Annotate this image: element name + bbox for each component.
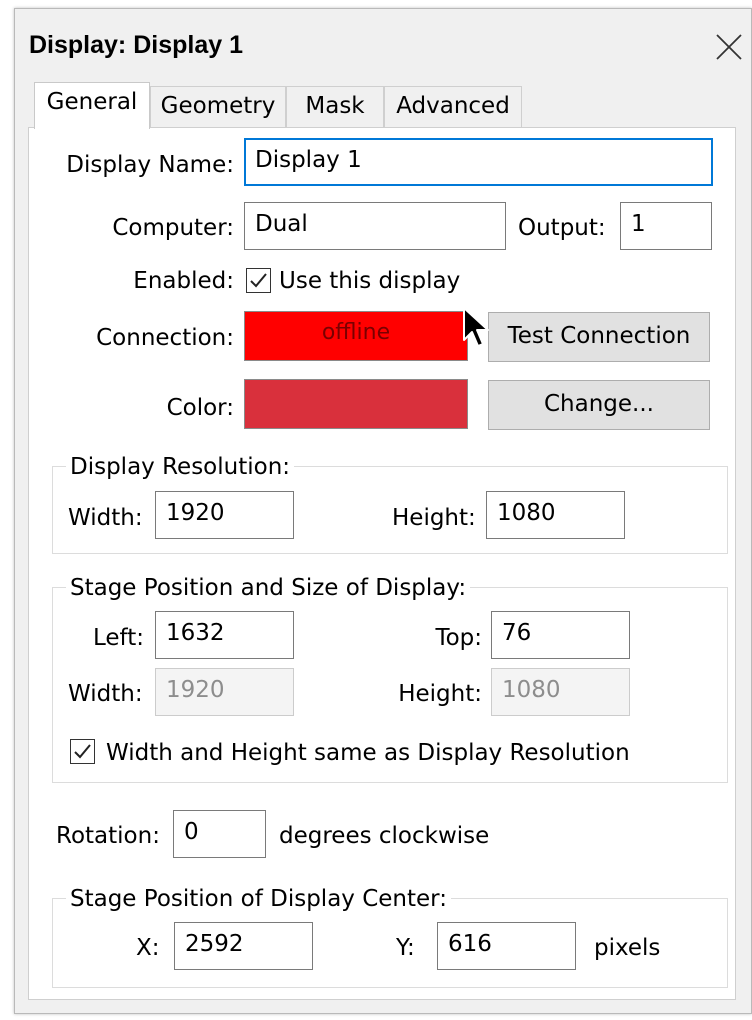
display-resolution-legend: Display Resolution: — [66, 454, 295, 480]
use-this-display-label[interactable]: Use this display — [279, 268, 460, 294]
checkmark-icon — [250, 273, 267, 288]
stage-height-input: 1080 — [491, 668, 630, 716]
resolution-height-label: Height: — [392, 505, 476, 531]
top-label: Top: — [435, 625, 482, 651]
resolution-height-input[interactable]: 1080 — [486, 491, 625, 539]
computer-input[interactable]: Dual — [244, 202, 506, 250]
stage-height-label: Height: — [398, 681, 482, 707]
use-this-display-checkbox[interactable] — [246, 268, 271, 293]
output-input[interactable]: 1 — [620, 202, 712, 250]
stage-width-label: Width: — [68, 681, 143, 707]
mouse-pointer-icon — [463, 307, 489, 347]
color-label: Color: — [166, 395, 234, 421]
rotation-label: Rotation: — [56, 823, 160, 849]
display-color-swatch — [244, 379, 468, 429]
left-input[interactable]: 1632 — [155, 611, 294, 659]
output-label: Output: — [518, 215, 606, 241]
center-y-input[interactable]: 616 — [437, 922, 576, 970]
rotation-unit-label: degrees clockwise — [279, 823, 490, 849]
display-center-legend: Stage Position of Display Center: — [66, 886, 451, 912]
change-color-button[interactable]: Change... — [488, 380, 710, 430]
resolution-width-label: Width: — [68, 505, 143, 531]
test-connection-button[interactable]: Test Connection — [488, 312, 710, 362]
connection-status-indicator: offline — [244, 311, 468, 361]
resolution-width-input[interactable]: 1920 — [155, 491, 294, 539]
checkmark-icon — [74, 744, 91, 759]
center-x-input[interactable]: 2592 — [174, 922, 313, 970]
rotation-input[interactable]: 0 — [173, 810, 266, 858]
same-as-resolution-checkbox[interactable] — [70, 739, 95, 764]
pixels-unit-label: pixels — [594, 935, 661, 961]
connection-label: Connection: — [96, 325, 234, 351]
computer-label: Computer: — [112, 215, 234, 241]
stage-width-input: 1920 — [155, 668, 294, 716]
enabled-label: Enabled: — [133, 268, 234, 294]
same-as-resolution-label[interactable]: Width and Height same as Display Resolut… — [106, 740, 630, 766]
display-name-label: Display Name: — [66, 152, 234, 178]
top-input[interactable]: 76 — [491, 611, 630, 659]
left-label: Left: — [92, 625, 144, 651]
display-name-input[interactable]: Display 1 — [244, 138, 713, 186]
center-x-label: X: — [136, 935, 160, 961]
center-y-label: Y: — [396, 935, 415, 961]
stage-position-size-legend: Stage Position and Size of Display: — [66, 575, 471, 601]
